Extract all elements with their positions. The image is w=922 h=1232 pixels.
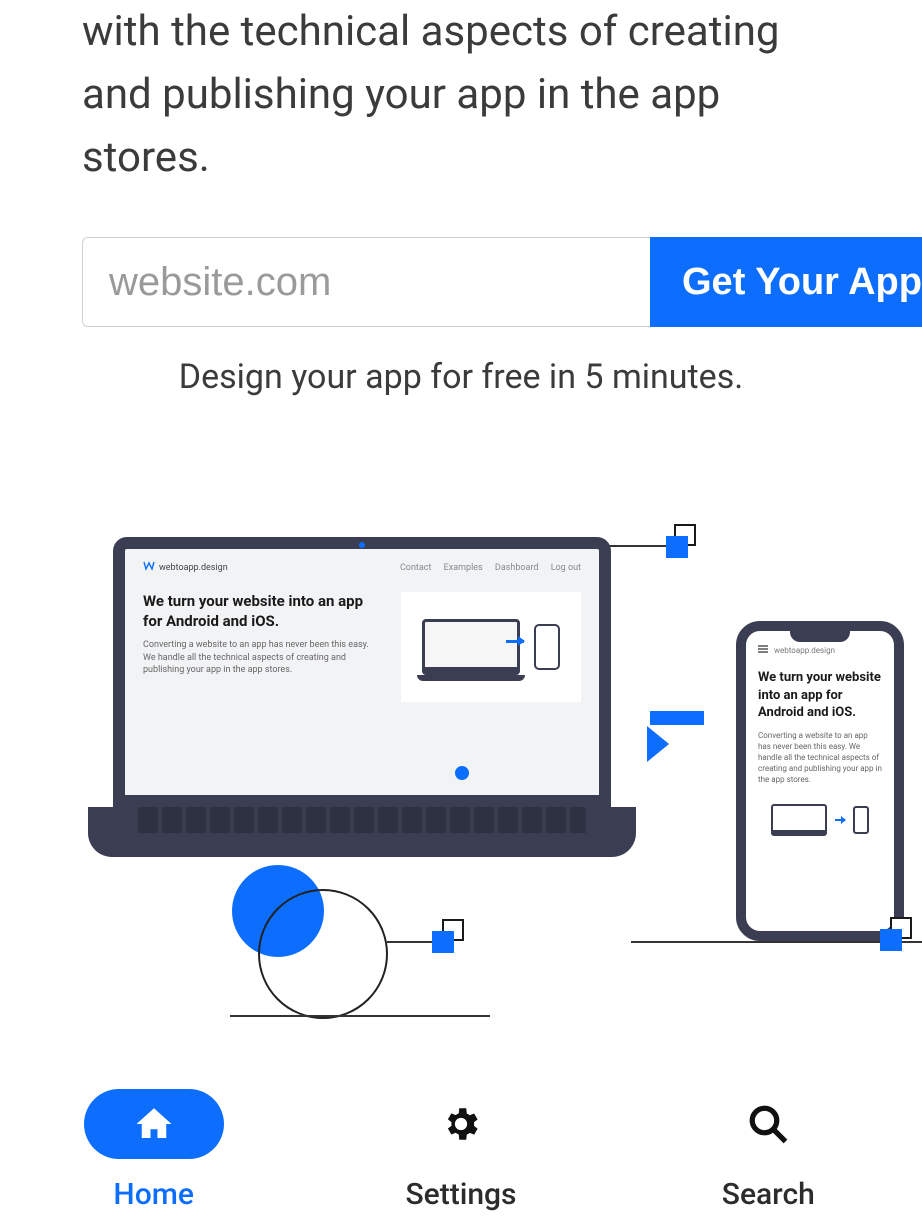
nav-label: Home: [113, 1177, 194, 1212]
phone-illustration: webtoapp.design We turn your website int…: [736, 621, 906, 941]
search-icon: [747, 1103, 789, 1145]
brand-text: webtoapp.design: [774, 646, 835, 655]
arrow-icon: [650, 707, 720, 731]
menu-icon: [758, 645, 768, 655]
decor-line: [230, 1015, 490, 1017]
home-icon: [133, 1103, 175, 1145]
gear-icon: [440, 1103, 482, 1145]
laptop-camera-dot: [359, 542, 365, 548]
nav-item-settings[interactable]: Settings: [307, 1068, 614, 1232]
mock-headline: We turn your website into an app for And…: [758, 669, 882, 722]
mock-body-text: Converting a website to an app has never…: [143, 639, 381, 677]
decor-square-fill: [432, 931, 454, 953]
nested-illustration: [758, 804, 882, 836]
hero-subtext: Design your app for free in 5 minutes.: [82, 357, 840, 397]
laptop-illustration: webtoapp.design Contact Examples Dashboa…: [82, 537, 642, 857]
hero-paragraph-tail: with the technical aspects of creating a…: [82, 0, 840, 189]
mock-body-text: Converting a website to an app has never…: [758, 730, 882, 786]
brand-text: webtoapp.design: [159, 563, 228, 573]
decor-dot: [455, 766, 469, 780]
bottom-navigation: Home Settings Search: [0, 1068, 922, 1232]
nav-label: Search: [722, 1177, 815, 1212]
website-url-input[interactable]: [82, 237, 650, 327]
url-input-row: Get Your App: [82, 237, 840, 327]
logo-icon: [143, 561, 155, 574]
nested-illustration: [401, 592, 581, 702]
hero-illustration: webtoapp.design Contact Examples Dashboa…: [82, 517, 840, 1037]
decor-square-fill: [880, 929, 902, 951]
decor-circle-outline: [258, 889, 388, 1019]
nav-label: Settings: [405, 1177, 516, 1212]
mock-nav: Contact Examples Dashboard Log out: [390, 563, 581, 573]
nav-item-home[interactable]: Home: [0, 1068, 307, 1232]
decor-line: [631, 941, 922, 943]
nav-item-search[interactable]: Search: [615, 1068, 922, 1232]
mock-headline: We turn your website into an app for And…: [143, 592, 381, 631]
get-your-app-button[interactable]: Get Your App: [650, 237, 922, 327]
decor-square-fill: [666, 536, 688, 558]
